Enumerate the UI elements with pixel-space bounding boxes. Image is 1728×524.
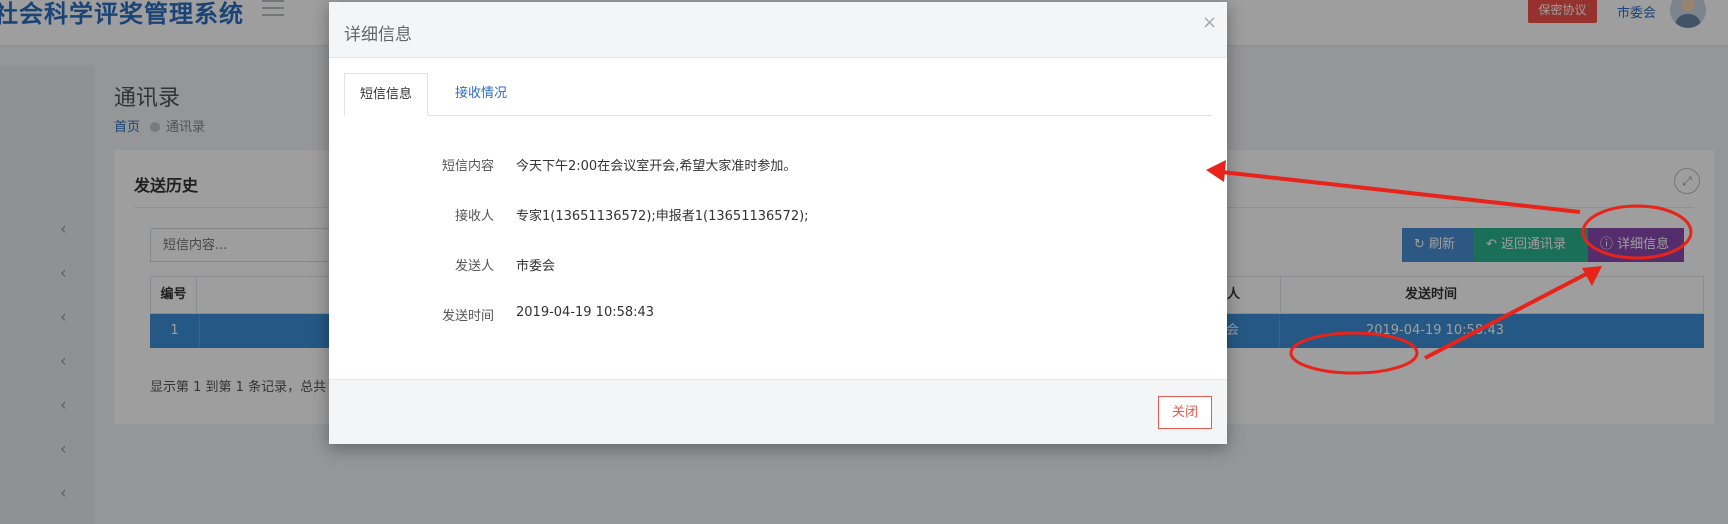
detail-modal: 详细信息 × 短信信息 接收情况 短信内容 今天下午2:00在会议室开会,希望大… <box>329 2 1227 444</box>
info-row-recipients: 接收人 专家1(13651136572);申报者1(13651136572); <box>329 205 1227 225</box>
tab-sms-info[interactable]: 短信信息 <box>344 73 429 116</box>
info-value: 2019-04-19 10:58:43 <box>516 305 655 320</box>
info-label: 发送时间 <box>441 309 494 324</box>
info-label: 短信内容 <box>441 159 494 174</box>
modal-tabs: 短信信息 接收情况 <box>344 73 1212 116</box>
info-value: 今天下午2:00在会议室开会,希望大家准时参加。 <box>516 159 797 174</box>
info-label: 发送人 <box>454 259 494 274</box>
info-value: 专家1(13651136572);申报者1(13651136572); <box>516 209 809 224</box>
info-row-sender: 发送人 市委会 <box>329 255 1227 275</box>
modal-footer: 关闭 <box>329 379 1227 444</box>
modal-title: 详细信息 <box>344 25 412 45</box>
close-icon[interactable]: × <box>1202 12 1217 33</box>
close-button[interactable]: 关闭 <box>1158 396 1212 429</box>
info-label: 接收人 <box>454 209 494 224</box>
info-row-content: 短信内容 今天下午2:00在会议室开会,希望大家准时参加。 <box>329 155 1227 175</box>
info-row-time: 发送时间 2019-04-19 10:58:43 <box>329 305 1227 325</box>
tab-receive-status[interactable]: 接收情况 <box>440 73 522 116</box>
modal-header: 详细信息 × <box>329 2 1227 58</box>
info-value: 市委会 <box>516 259 556 274</box>
